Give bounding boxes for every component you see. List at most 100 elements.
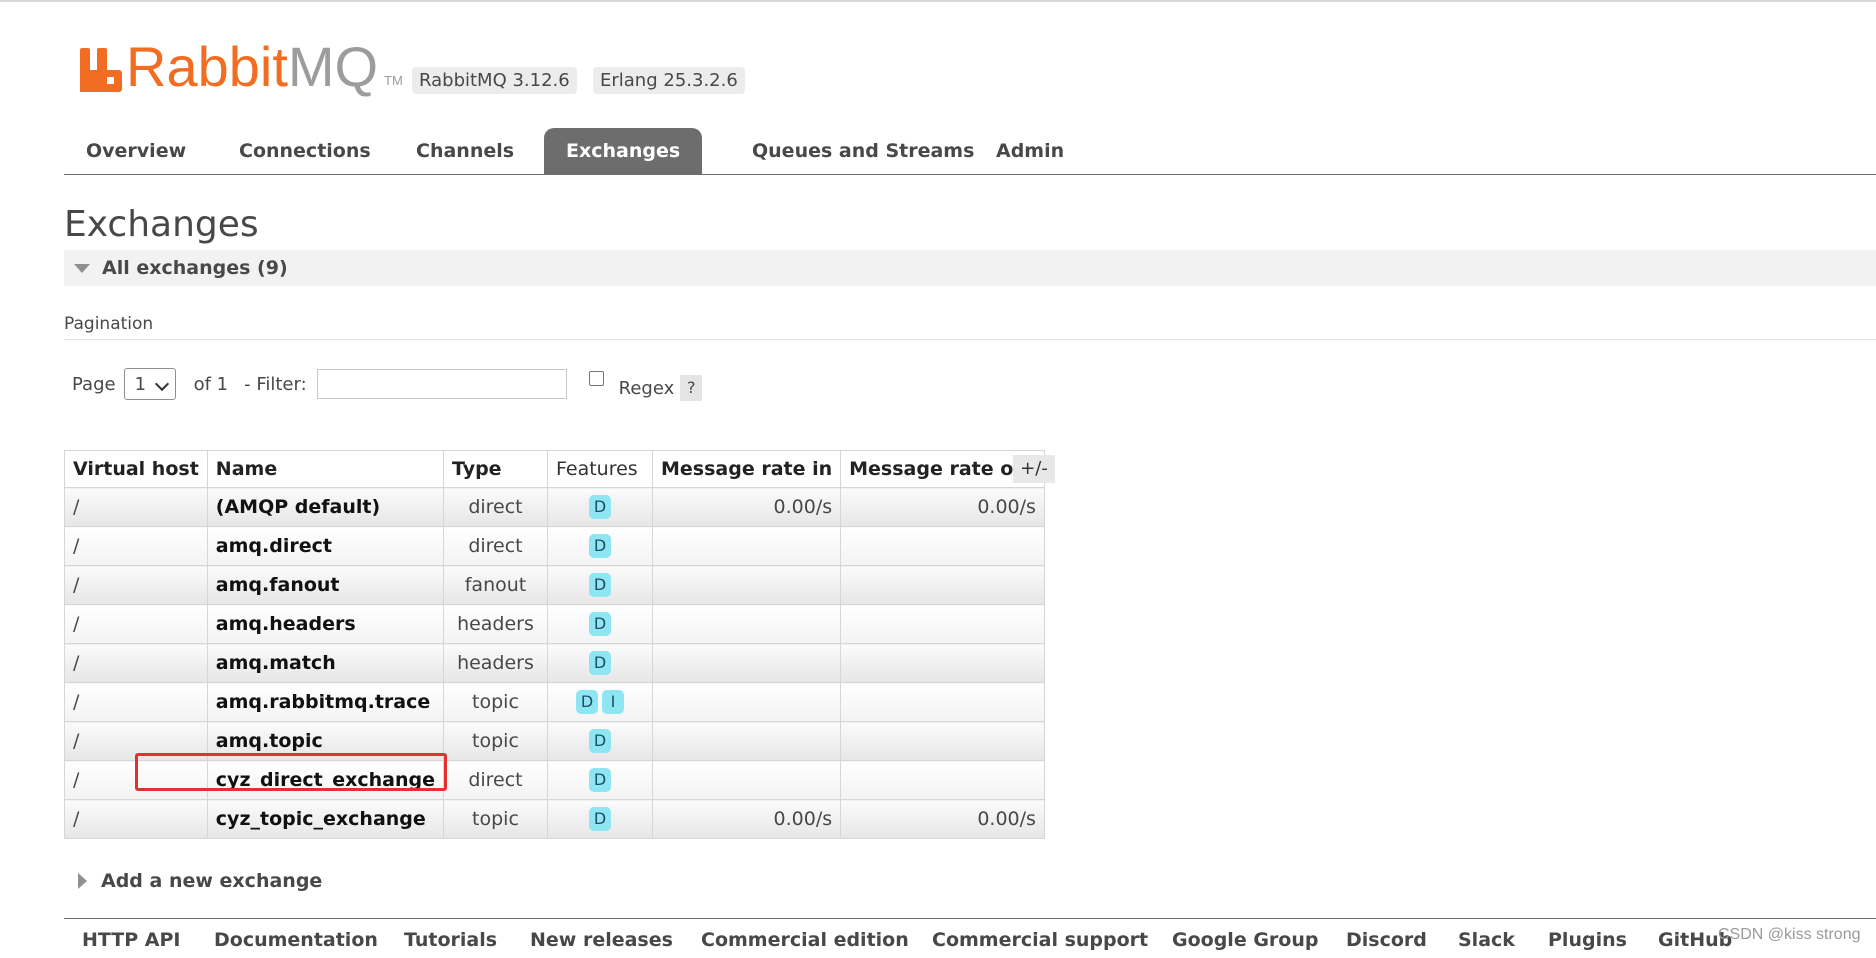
footer-link-google-group[interactable]: Google Group xyxy=(1172,929,1318,951)
exchange-name-link[interactable]: cyz_topic_exchange xyxy=(206,799,444,839)
tab-exchanges[interactable]: Exchanges xyxy=(544,128,703,174)
footer: HTTP API Documentation Tutorials New rel… xyxy=(64,918,1876,958)
type-cell: topic xyxy=(442,682,548,722)
rate-in-cell xyxy=(651,682,842,722)
exchange-name-link[interactable]: amq.match xyxy=(206,643,444,683)
header-type: Type xyxy=(442,450,548,488)
rate-out-cell xyxy=(840,682,1045,722)
erlang-version-badge: Erlang 25.3.2.6 xyxy=(593,67,745,94)
footer-link-slack[interactable]: Slack xyxy=(1458,929,1515,951)
tab-channels[interactable]: Channels xyxy=(394,128,536,174)
exchange-name-link[interactable]: amq.fanout xyxy=(206,565,444,605)
vhost-cell: / xyxy=(64,604,208,644)
filter-input[interactable] xyxy=(316,369,567,399)
type-cell: topic xyxy=(442,799,548,839)
footer-link-new-releases[interactable]: New releases xyxy=(530,929,673,951)
rabbitmq-version-badge: RabbitMQ 3.12.6 xyxy=(412,67,577,94)
table-row: / amq.direct direct D xyxy=(64,526,1045,566)
exchange-name-link[interactable]: (AMQP default) xyxy=(206,487,444,527)
features-cell: D xyxy=(546,526,653,566)
rate-in-cell xyxy=(651,604,842,644)
features-cell: D xyxy=(546,721,653,761)
rate-in-cell: 0.00/s xyxy=(651,799,842,839)
footer-link-commercial-edition[interactable]: Commercial edition xyxy=(701,929,909,951)
rate-out-cell xyxy=(840,643,1045,683)
footer-link-tutorials[interactable]: Tutorials xyxy=(404,929,497,951)
watermark-text: CSDN @kiss strong xyxy=(1718,926,1861,943)
durable-badge: D xyxy=(588,495,611,519)
footer-link-plugins[interactable]: Plugins xyxy=(1548,929,1627,951)
toggle-columns-button[interactable]: +/- xyxy=(1013,455,1055,483)
rate-out-cell: 0.00/s xyxy=(840,799,1045,839)
rate-in-cell xyxy=(651,565,842,605)
regex-label: Regex xyxy=(618,377,675,399)
durable-badge: D xyxy=(588,729,611,753)
features-cell: D xyxy=(546,799,653,839)
durable-badge: D xyxy=(588,807,611,831)
features-cell: DI xyxy=(546,682,653,722)
rate-out-cell xyxy=(840,565,1045,605)
annotation-highlight-box xyxy=(135,753,447,791)
tab-overview[interactable]: Overview xyxy=(64,128,208,174)
add-exchange-toggle[interactable]: Add a new exchange xyxy=(78,866,322,896)
table-row: / amq.rabbitmq.trace topic DI xyxy=(64,682,1045,722)
rabbitmq-logo[interactable]: Rabbit MQ TM xyxy=(80,35,403,98)
rate-in-cell xyxy=(651,643,842,683)
rabbitmq-logo-icon xyxy=(80,48,122,92)
type-cell: direct xyxy=(442,487,548,527)
vhost-cell: / xyxy=(64,487,208,527)
vhost-cell: / xyxy=(64,799,208,839)
footer-link-discord[interactable]: Discord xyxy=(1346,929,1427,951)
expand-triangle-icon xyxy=(78,873,87,889)
durable-badge: D xyxy=(588,651,611,675)
tab-admin[interactable]: Admin xyxy=(974,128,1086,174)
table-row: / amq.match headers D xyxy=(64,643,1045,683)
add-exchange-label: Add a new exchange xyxy=(101,870,323,892)
type-cell: headers xyxy=(442,604,548,644)
regex-checkbox[interactable] xyxy=(588,370,604,386)
header-virtual-host: Virtual host xyxy=(64,450,208,488)
page-select[interactable]: 1 xyxy=(123,368,176,400)
rate-out-cell: 0.00/s xyxy=(840,487,1045,527)
footer-link-http-api[interactable]: HTTP API xyxy=(82,929,181,951)
rate-in-cell xyxy=(651,526,842,566)
durable-badge: D xyxy=(588,573,611,597)
table-row: / cyz_topic_exchange topic D 0.00/s 0.00… xyxy=(64,799,1045,839)
exchange-name-link[interactable]: amq.direct xyxy=(206,526,444,566)
page-select-value: 1 xyxy=(134,373,147,395)
all-exchanges-section-toggle[interactable]: All exchanges (9) xyxy=(64,250,1876,286)
features-cell: D xyxy=(546,760,653,800)
table-row: / amq.headers headers D xyxy=(64,604,1045,644)
type-cell: direct xyxy=(442,526,548,566)
rate-in-cell xyxy=(651,721,842,761)
exchange-name-link[interactable]: amq.rabbitmq.trace xyxy=(206,682,444,722)
features-cell: D xyxy=(546,604,653,644)
rate-out-cell xyxy=(840,526,1045,566)
logo-text-mq: MQ xyxy=(287,35,379,98)
rate-out-cell xyxy=(840,604,1045,644)
rate-out-cell xyxy=(840,760,1045,800)
features-cell: D xyxy=(546,643,653,683)
chevron-down-icon xyxy=(154,376,169,392)
exchange-name-link[interactable]: amq.headers xyxy=(206,604,444,644)
durable-badge: D xyxy=(588,768,611,792)
header-name: Name xyxy=(206,450,444,488)
collapse-triangle-icon xyxy=(74,264,90,273)
top-border xyxy=(0,0,1876,2)
section-label: All exchanges (9) xyxy=(102,257,288,279)
table-row: / (AMQP default) direct D 0.00/s 0.00/s xyxy=(64,487,1045,527)
footer-link-documentation[interactable]: Documentation xyxy=(214,929,378,951)
footer-link-commercial-support[interactable]: Commercial support xyxy=(932,929,1148,951)
page-label: Page xyxy=(72,373,116,395)
durable-badge: D xyxy=(575,690,598,714)
durable-badge: D xyxy=(588,612,611,636)
vhost-cell: / xyxy=(64,565,208,605)
tab-connections[interactable]: Connections xyxy=(217,128,393,174)
regex-help-button[interactable]: ? xyxy=(680,375,703,401)
tab-queues-and-streams[interactable]: Queues and Streams xyxy=(730,128,996,174)
type-cell: headers xyxy=(442,643,548,683)
durable-badge: D xyxy=(588,534,611,558)
logo-text-rabbit: Rabbit xyxy=(126,35,288,98)
pagination-divider xyxy=(64,339,1876,340)
rate-in-cell: 0.00/s xyxy=(651,487,842,527)
